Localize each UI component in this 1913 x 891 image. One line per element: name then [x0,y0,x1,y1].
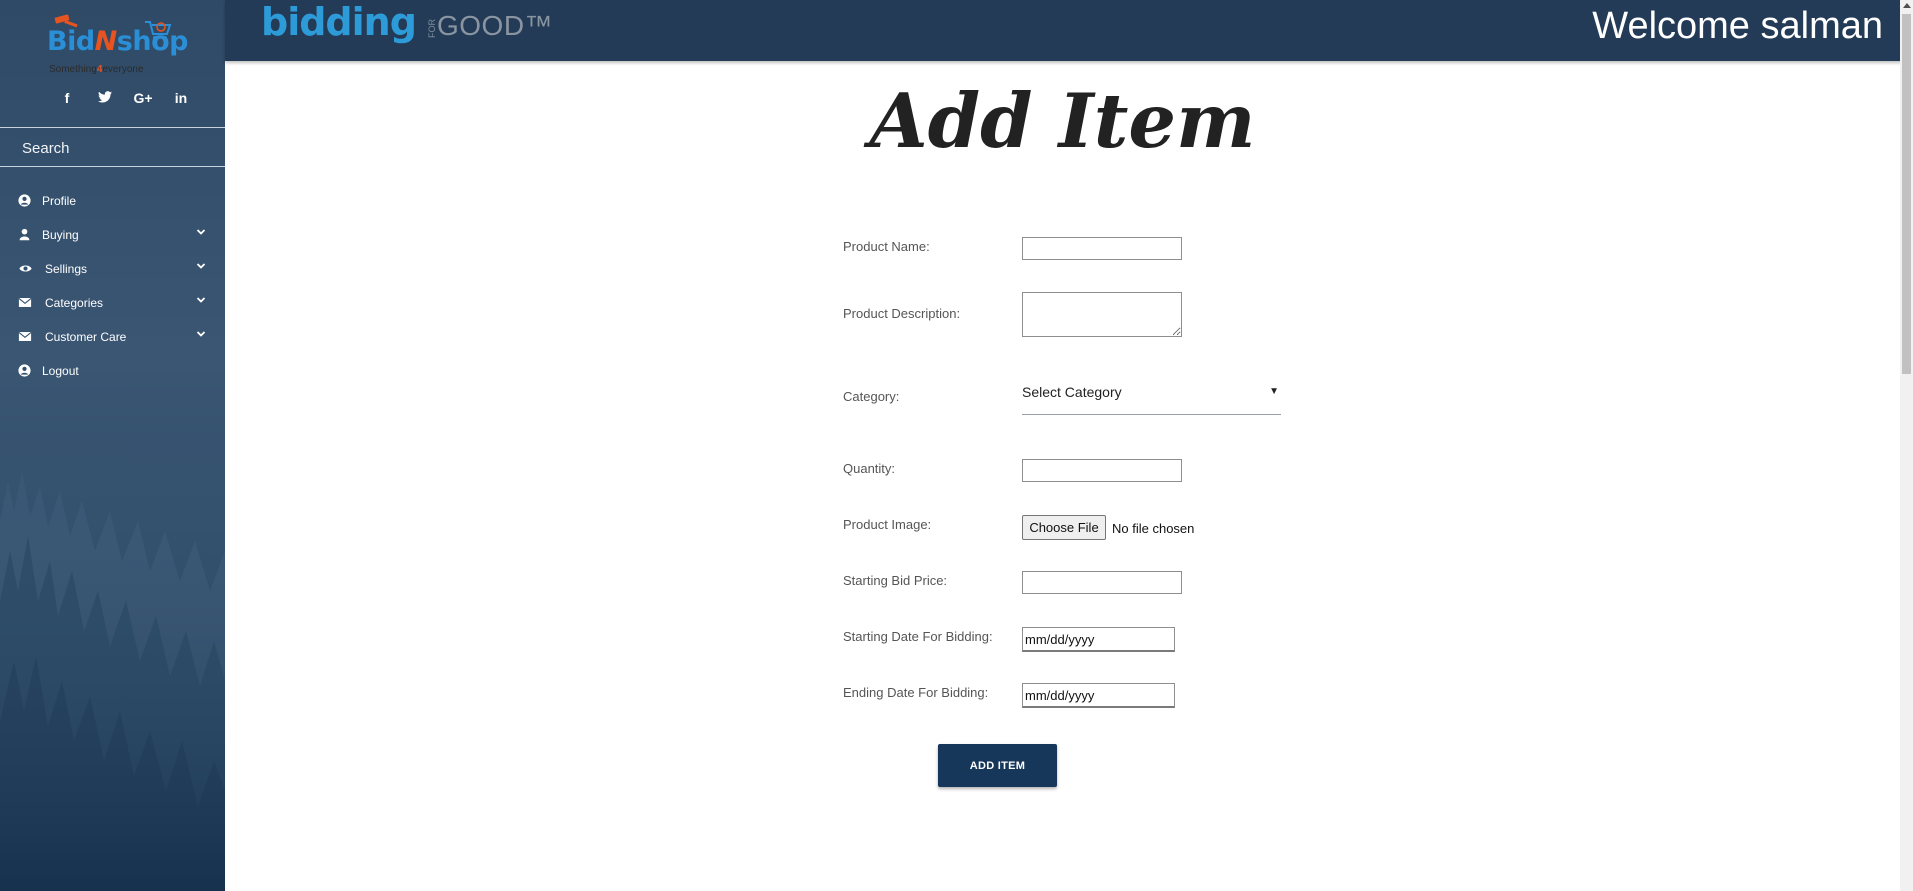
product-description-input[interactable] [1022,292,1182,337]
sidebar-item-label: Buying [42,228,79,242]
sidebar-item-logout[interactable]: Logout [0,354,225,388]
sidebar-nav: Profile Buying Sellings Categories Custo… [0,184,225,388]
starting-bid-input[interactable] [1022,571,1182,594]
top-header: bidding FOR GOOD™ Welcome salman [225,0,1913,61]
sidebar-item-buying[interactable]: Buying [0,218,225,252]
forest-background [0,441,225,891]
page-title: Add Item [869,77,1256,165]
sidebar-item-label: Customer Care [45,330,127,344]
envelope-icon [18,298,32,307]
logo-brand-text: BidNshop [47,26,188,57]
logo-good-text: GOOD™ [437,10,554,41]
category-label: Category: [843,389,900,404]
welcome-message: Welcome salman [1592,5,1883,47]
sidebar-item-label: Sellings [45,262,88,276]
sidebar-item-label: Logout [42,364,79,378]
choose-file-button[interactable]: Choose File [1022,515,1106,540]
sidebar-item-sellings[interactable]: Sellings [0,252,225,286]
product-description-label: Product Description: [843,306,961,321]
caret-down-icon: ▼ [1269,386,1279,397]
sidebar-item-label: Categories [45,296,104,310]
sidebar-item-categories[interactable]: Categories [0,286,225,320]
facebook-icon[interactable]: f [48,90,86,106]
user-icon [19,228,30,241]
category-select[interactable]: Select Category ▼ [1022,375,1281,415]
sidebar-item-label: Profile [42,194,77,208]
add-item-button[interactable]: ADD ITEM [938,744,1057,787]
scroll-up-arrow-icon[interactable] [1903,3,1911,8]
search-box [0,127,225,167]
starting-bid-label: Starting Bid Price: [843,573,948,588]
bidnshop-logo[interactable]: BidNshop Something4everyone [47,14,188,80]
sidebar-item-customer-care[interactable]: Customer Care [0,320,225,354]
logo-for-text: FOR [427,19,437,38]
product-image-label: Product Image: [843,517,932,532]
user-circle-icon [18,364,31,377]
chevron-down-icon [196,297,206,303]
logo-tagline: Something4everyone [49,64,144,75]
chevron-down-icon [196,263,206,269]
file-status-text: No file chosen [1112,521,1195,536]
google-plus-icon[interactable]: G+ [124,90,162,106]
page-scrollbar[interactable] [1900,0,1913,891]
social-links: f G+ in [48,90,200,106]
search-input[interactable] [20,136,214,160]
product-name-input[interactable] [1022,237,1182,260]
logo-bidding-text: bidding [261,0,417,44]
start-date-label: Starting Date For Bidding: [843,629,993,644]
user-circle-icon [18,194,31,207]
envelope-icon [18,332,32,341]
scrollbar-thumb[interactable] [1902,14,1911,374]
quantity-label: Quantity: [843,461,896,476]
linkedin-icon[interactable]: in [162,90,200,106]
category-selected-value: Select Category [1022,384,1122,400]
twitter-icon[interactable] [86,90,124,106]
end-date-label: Ending Date For Bidding: [843,685,989,700]
sidebar: BidNshop Something4everyone f G+ in Prof… [0,0,225,891]
end-date-input[interactable]: mm/dd/yyyy [1022,683,1175,708]
sidebar-item-profile[interactable]: Profile [0,184,225,218]
start-date-input[interactable]: mm/dd/yyyy [1022,627,1175,652]
chevron-down-icon [196,331,206,337]
quantity-input[interactable] [1022,459,1182,482]
twitter-bird-shape [98,91,112,103]
eye-icon [19,265,32,272]
chevron-down-icon [196,229,206,235]
product-name-label: Product Name: [843,239,930,254]
